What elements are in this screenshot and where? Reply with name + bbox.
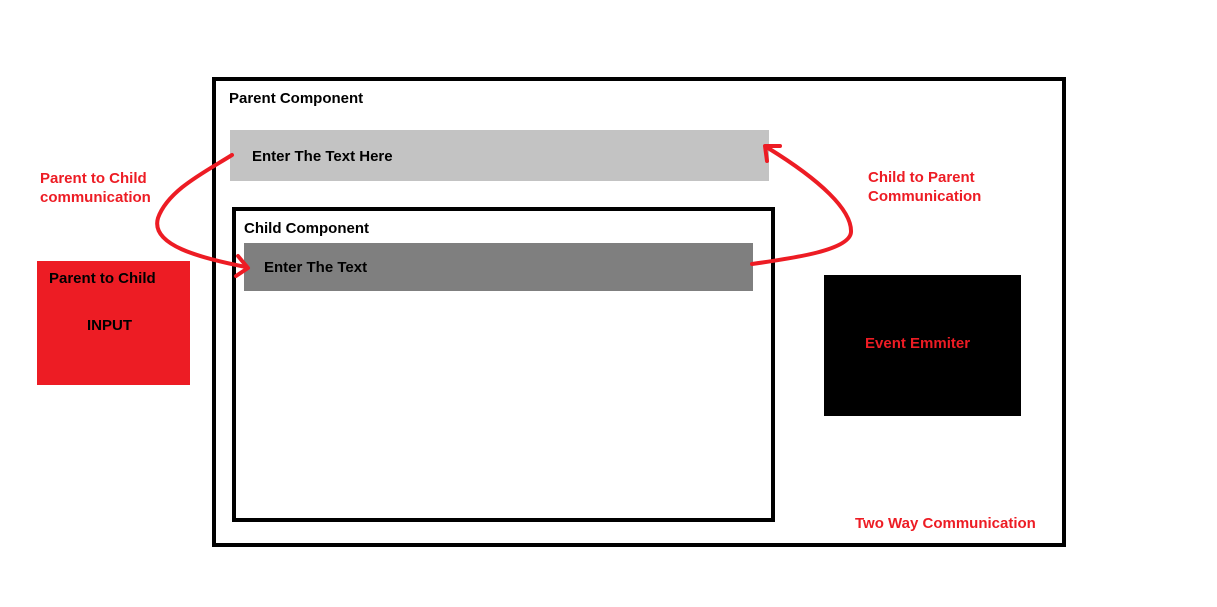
parent-text-input-label: Enter The Text Here: [252, 148, 393, 165]
event-emitter-label: Event Emmiter: [865, 335, 971, 352]
two-way-communication-label: Two Way Communication: [855, 515, 1036, 532]
parent-to-child-communication-label: Parent to Child communication: [40, 170, 151, 206]
parent-component-title: Parent Component: [229, 90, 364, 107]
input-decorator-title: Parent to Child: [49, 270, 156, 287]
child-to-parent-communication-label: Child to Parent Communication: [868, 169, 982, 205]
child-text-input-label: Enter The Text: [264, 259, 368, 276]
input-decorator-label: INPUT: [87, 317, 132, 334]
child-component-title: Child Component: [244, 220, 369, 237]
